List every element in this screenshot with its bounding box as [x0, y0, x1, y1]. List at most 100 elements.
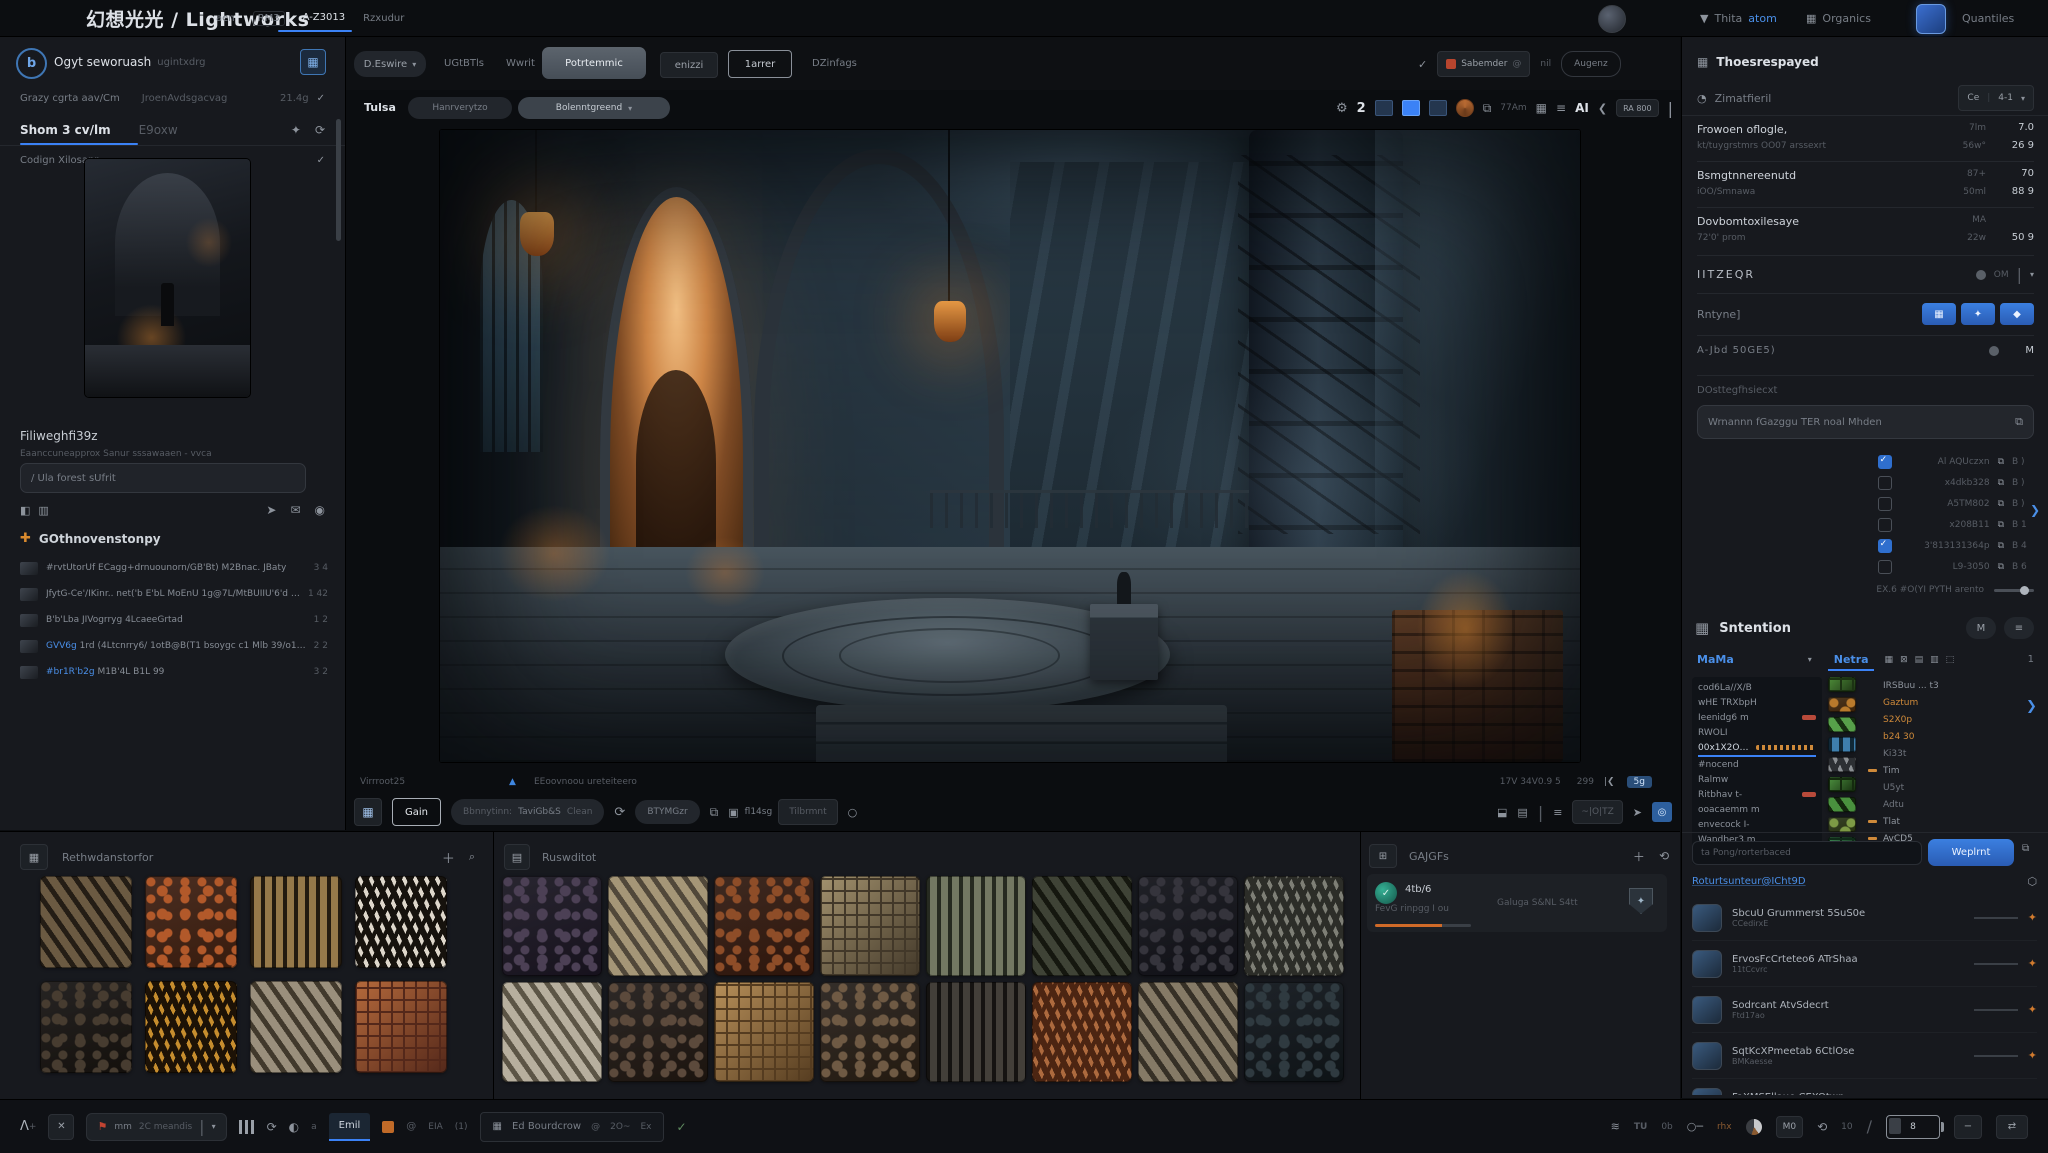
- layer-check-row[interactable]: L9-3050 ⧉ B 6: [1697, 556, 2034, 577]
- lens-icon[interactable]: [1456, 99, 1474, 117]
- statusbar-tab-active[interactable]: Emil: [329, 1113, 371, 1141]
- toolbar-button-dzinfags[interactable]: DZinfags: [812, 58, 857, 69]
- collection-link[interactable]: Roturtsunteur@ICht9D: [1692, 876, 1806, 887]
- tab-inactive[interactable]: E9oxw: [139, 123, 178, 137]
- layer-check-row[interactable]: x4dkb328 ⧉ B ): [1697, 472, 2034, 493]
- orange-swatch-icon[interactable]: [382, 1121, 394, 1133]
- chevron-down-icon[interactable]: ▾: [1808, 655, 1812, 664]
- tab-active[interactable]: Shom 3 cv/lm: [20, 123, 111, 137]
- menu-item[interactable]: aen: [216, 13, 235, 24]
- asset-search-input[interactable]: ta Pong/rorterbaced: [1692, 841, 1922, 865]
- tu-label[interactable]: TU: [1634, 1122, 1647, 1132]
- viewport-pill-2[interactable]: Bolenntgreend ▾: [518, 97, 670, 119]
- lambda-tool-icon[interactable]: Λ+: [20, 1119, 36, 1134]
- focus-button[interactable]: ◎: [1652, 802, 1672, 822]
- viewport-pill-1[interactable]: Hanrverytzo: [408, 97, 512, 119]
- view-rows-icon[interactable]: ▤: [1915, 655, 1924, 665]
- asset-list-item[interactable]: Sodrcant AtvSdecrt Ftd17ao ✦: [1692, 987, 2037, 1033]
- toolbar-button-1arrer[interactable]: 1arrer: [728, 50, 792, 78]
- eye-icon[interactable]: ◉: [315, 503, 325, 517]
- panel-toggle-button[interactable]: ▦: [354, 798, 382, 826]
- half-circle-icon[interactable]: ◐: [289, 1120, 299, 1134]
- refresh-icon[interactable]: ⟳: [614, 805, 625, 820]
- selection-list-item[interactable]: wHE TRXbpH: [1698, 695, 1816, 710]
- selection-detail-row[interactable]: S2X0p: [1868, 711, 2018, 728]
- add-icon[interactable]: ＋: [1633, 848, 1645, 865]
- selection-list-item[interactable]: RWOLI: [1698, 725, 1816, 740]
- menu-item-active[interactable]: A-Z3013: [303, 12, 346, 25]
- chart-icon[interactable]: [239, 1120, 255, 1134]
- view-cols-icon[interactable]: ▥: [1930, 655, 1939, 665]
- swap-chip[interactable]: ⇄: [1996, 1115, 2028, 1139]
- asset-list-item[interactable]: ErvosFcCrteteo6 ATrShaa 11tCcvrc ✦: [1692, 941, 2037, 987]
- texture-thumb[interactable]: [355, 876, 447, 968]
- checkbox[interactable]: [1878, 518, 1892, 532]
- gear-icon[interactable]: ⚙: [1336, 101, 1348, 116]
- material-slot-button[interactable]: ▦: [1922, 303, 1956, 325]
- prop-2-v2[interactable]: 70: [1994, 168, 2034, 179]
- selection-list-item[interactable]: Ieenidg6 m: [1698, 710, 1816, 725]
- trash-icon[interactable]: ✕: [48, 1114, 74, 1140]
- zoom-chip[interactable]: 5g: [1627, 776, 1652, 788]
- texture-thumb[interactable]: [608, 876, 708, 976]
- pie-icon[interactable]: [1746, 1119, 1762, 1135]
- selection-list-item[interactable]: envecock I-: [1698, 817, 1816, 832]
- minimize-chip[interactable]: −: [1954, 1115, 1982, 1139]
- layers-icon[interactable]: ▥: [38, 504, 48, 517]
- layer-check-row[interactable]: A5TM802 ⧉ B ): [1697, 493, 2034, 514]
- texture-thumb[interactable]: [250, 876, 342, 968]
- asset-list-item[interactable]: SqtKcXPmeetab 6CtlOse BMKaesse ✦: [1692, 1033, 2037, 1079]
- app-tile-icon[interactable]: [1916, 4, 1946, 34]
- mail-icon[interactable]: ✉: [290, 503, 300, 517]
- radio-dot[interactable]: [1989, 346, 1999, 356]
- selection-list-item[interactable]: Ritbhav t-: [1698, 787, 1816, 802]
- selection-list-item[interactable]: Ralmw: [1698, 772, 1816, 787]
- prop-1-v4[interactable]: 26 9: [1994, 140, 2034, 151]
- selection-detail-row[interactable]: b24 30: [1868, 728, 2018, 745]
- field-input[interactable]: Tilbrmnt: [778, 799, 837, 825]
- texture-thumb[interactable]: [1032, 876, 1132, 976]
- selection-thumb[interactable]: [1828, 757, 1856, 772]
- toolbar-button-ugtbtls[interactable]: UGtBTls: [444, 58, 484, 69]
- asset-list-item[interactable]: FaXMSEllaue CEXOtwn xxCd ✦: [1692, 1079, 2037, 1095]
- key-icon[interactable]: ○─: [1687, 1120, 1703, 1133]
- selection-list-item[interactable]: 00x1X2O114: [1698, 740, 1816, 757]
- search-icon[interactable]: ⌕: [469, 850, 475, 864]
- spark-icon[interactable]: ✦: [2028, 1003, 2037, 1016]
- layer-check-row[interactable]: Al AQUczxn ⧉ B ): [1697, 451, 2034, 472]
- chevron-right-icon[interactable]: ❯: [2030, 503, 2040, 517]
- transform-readout[interactable]: ~|O|TZ: [1572, 800, 1622, 824]
- unit-a[interactable]: Ce: [1967, 93, 1979, 103]
- texture-thumb[interactable]: [40, 981, 132, 1073]
- selection-detail-row[interactable]: U5yt: [1868, 779, 2018, 796]
- texture-thumb[interactable]: [145, 981, 237, 1073]
- team-label[interactable]: Thita: [1714, 12, 1742, 25]
- toolbar-button-enizzi[interactable]: enizzi: [660, 52, 718, 78]
- checkbox[interactable]: [1878, 476, 1892, 490]
- selection-thumb[interactable]: [1828, 737, 1856, 752]
- selection-thumb[interactable]: [1828, 777, 1856, 792]
- selection-detail-row[interactable]: Adtu: [1868, 796, 2018, 813]
- ai-button[interactable]: AI: [1575, 101, 1589, 115]
- texture-thumb[interactable]: [1138, 982, 1238, 1082]
- meta-filter-a[interactable]: Grazy cgrta aav/Cm: [20, 93, 120, 104]
- history-item[interactable]: JfytG-Ce'/IKinr.. net('b E'bL MoEnU 1g@7…: [20, 581, 328, 607]
- material-slot-button[interactable]: ◆: [2000, 303, 2034, 325]
- layer-chip-active[interactable]: [1402, 100, 1420, 116]
- selection-thumb[interactable]: [1828, 817, 1856, 832]
- grid-icon[interactable]: ▦: [1536, 101, 1547, 115]
- selection-detail-row[interactable]: Gaztum: [1868, 694, 2018, 711]
- mode-list-button[interactable]: ≡: [2004, 617, 2034, 639]
- prop-3-v4[interactable]: 50 9: [1994, 232, 2034, 243]
- menu-icon[interactable]: ≡: [1556, 101, 1566, 115]
- layer-check-row[interactable]: x208B11 ⧉ B 1: [1697, 514, 2034, 535]
- viewport-scene[interactable]: [440, 130, 1580, 762]
- waves-icon[interactable]: ≋: [1611, 1120, 1620, 1133]
- view-grid-icon[interactable]: ▦: [1885, 655, 1894, 665]
- unit-b[interactable]: 4-1: [1998, 93, 2013, 103]
- augenz-button[interactable]: Augenz: [1561, 51, 1621, 77]
- m0-chip[interactable]: M0: [1776, 1116, 1804, 1138]
- chevron-right-icon[interactable]: ❯: [2026, 699, 2037, 714]
- chevron-down-icon[interactable]: ▾: [2030, 270, 2034, 279]
- layer-chip[interactable]: [1375, 100, 1393, 116]
